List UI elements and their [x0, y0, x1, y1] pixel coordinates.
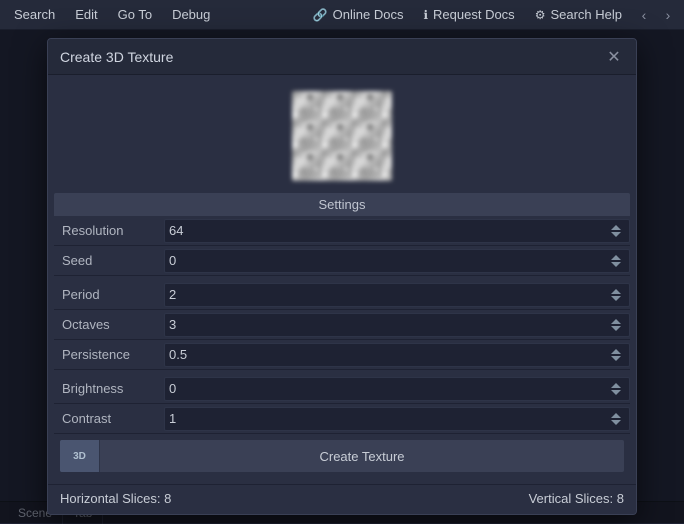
- menu-search[interactable]: Search: [4, 0, 65, 29]
- 3d-icon: 3D: [60, 440, 100, 472]
- menu-debug[interactable]: Debug: [162, 0, 220, 29]
- info-icon: ℹ: [423, 8, 428, 22]
- modal-overlay: Create 3D Texture ✕ Settings Resolution: [0, 30, 684, 523]
- nav-next-button[interactable]: ›: [656, 3, 680, 27]
- seed-input-wrap[interactable]: [164, 249, 630, 273]
- contrast-spin-up[interactable]: [611, 413, 621, 418]
- brightness-spin-up[interactable]: [611, 383, 621, 388]
- vertical-slices-text: Vertical Slices: 8: [529, 491, 624, 506]
- settings-body: Resolution Seed: [48, 216, 636, 484]
- resolution-label: Resolution: [54, 223, 164, 238]
- octaves-spinner[interactable]: [607, 314, 625, 336]
- brightness-label: Brightness: [54, 381, 164, 396]
- nav-prev-button[interactable]: ‹: [632, 3, 656, 27]
- resolution-row: Resolution: [54, 216, 630, 246]
- dialog-title: Create 3D Texture: [60, 49, 173, 65]
- persistence-spin-down[interactable]: [611, 356, 621, 361]
- resolution-input-wrap[interactable]: [164, 219, 630, 243]
- octaves-label: Octaves: [54, 317, 164, 332]
- period-row: Period: [54, 280, 630, 310]
- texture-preview-image: [292, 91, 392, 181]
- create-3d-texture-dialog: Create 3D Texture ✕ Settings Resolution: [47, 38, 637, 515]
- seed-spin-up[interactable]: [611, 255, 621, 260]
- brightness-row: Brightness: [54, 374, 630, 404]
- period-input[interactable]: [169, 287, 607, 302]
- octaves-input-wrap[interactable]: [164, 313, 630, 337]
- seed-label: Seed: [54, 253, 164, 268]
- persistence-input-wrap[interactable]: [164, 343, 630, 367]
- brightness-spin-down[interactable]: [611, 390, 621, 395]
- menu-search-help[interactable]: ⚙ Search Help: [525, 0, 632, 29]
- period-spin-down[interactable]: [611, 296, 621, 301]
- dialog-footer: Horizontal Slices: 8 Vertical Slices: 8: [48, 484, 636, 514]
- period-label: Period: [54, 287, 164, 302]
- contrast-spin-down[interactable]: [611, 420, 621, 425]
- resolution-spin-down[interactable]: [611, 232, 621, 237]
- contrast-input[interactable]: [169, 411, 607, 426]
- texture-preview-area: [48, 75, 636, 193]
- resolution-spin-up[interactable]: [611, 225, 621, 230]
- seed-row: Seed: [54, 246, 630, 276]
- seed-spin-down[interactable]: [611, 262, 621, 267]
- persistence-input[interactable]: [169, 347, 607, 362]
- dialog-titlebar: Create 3D Texture ✕: [48, 39, 636, 75]
- seed-spinner[interactable]: [607, 250, 625, 272]
- persistence-spinner[interactable]: [607, 344, 625, 366]
- settings-header: Settings: [54, 193, 630, 216]
- menu-online-docs[interactable]: 🔗 Online Docs: [303, 0, 414, 29]
- dialog-close-button[interactable]: ✕: [604, 47, 624, 67]
- create-texture-button[interactable]: 3D Create Texture: [60, 440, 624, 472]
- menu-request-docs[interactable]: ℹ Request Docs: [413, 0, 524, 29]
- resolution-spinner[interactable]: [607, 220, 625, 242]
- persistence-label: Persistence: [54, 347, 164, 362]
- period-spin-up[interactable]: [611, 289, 621, 294]
- link-icon: 🔗: [313, 8, 328, 22]
- persistence-spin-up[interactable]: [611, 349, 621, 354]
- contrast-row: Contrast: [54, 404, 630, 434]
- octaves-row: Octaves: [54, 310, 630, 340]
- contrast-spinner[interactable]: [607, 408, 625, 430]
- resolution-input[interactable]: [169, 223, 607, 238]
- contrast-label: Contrast: [54, 411, 164, 426]
- editor-area: Create 3D Texture ✕ Settings Resolution: [0, 30, 684, 523]
- octaves-spin-up[interactable]: [611, 319, 621, 324]
- brightness-input[interactable]: [169, 381, 607, 396]
- brightness-spinner[interactable]: [607, 378, 625, 400]
- menu-edit[interactable]: Edit: [65, 0, 107, 29]
- period-input-wrap[interactable]: [164, 283, 630, 307]
- seed-input[interactable]: [169, 253, 607, 268]
- gear-icon: ⚙: [535, 8, 546, 22]
- persistence-row: Persistence: [54, 340, 630, 370]
- create-texture-label: Create Texture: [100, 449, 624, 464]
- octaves-input[interactable]: [169, 317, 607, 332]
- contrast-input-wrap[interactable]: [164, 407, 630, 431]
- horizontal-slices-text: Horizontal Slices: 8: [60, 491, 171, 506]
- brightness-input-wrap[interactable]: [164, 377, 630, 401]
- octaves-spin-down[interactable]: [611, 326, 621, 331]
- menu-goto[interactable]: Go To: [108, 0, 162, 29]
- menu-bar: Search Edit Go To Debug 🔗 Online Docs ℹ …: [0, 0, 684, 30]
- period-spinner[interactable]: [607, 284, 625, 306]
